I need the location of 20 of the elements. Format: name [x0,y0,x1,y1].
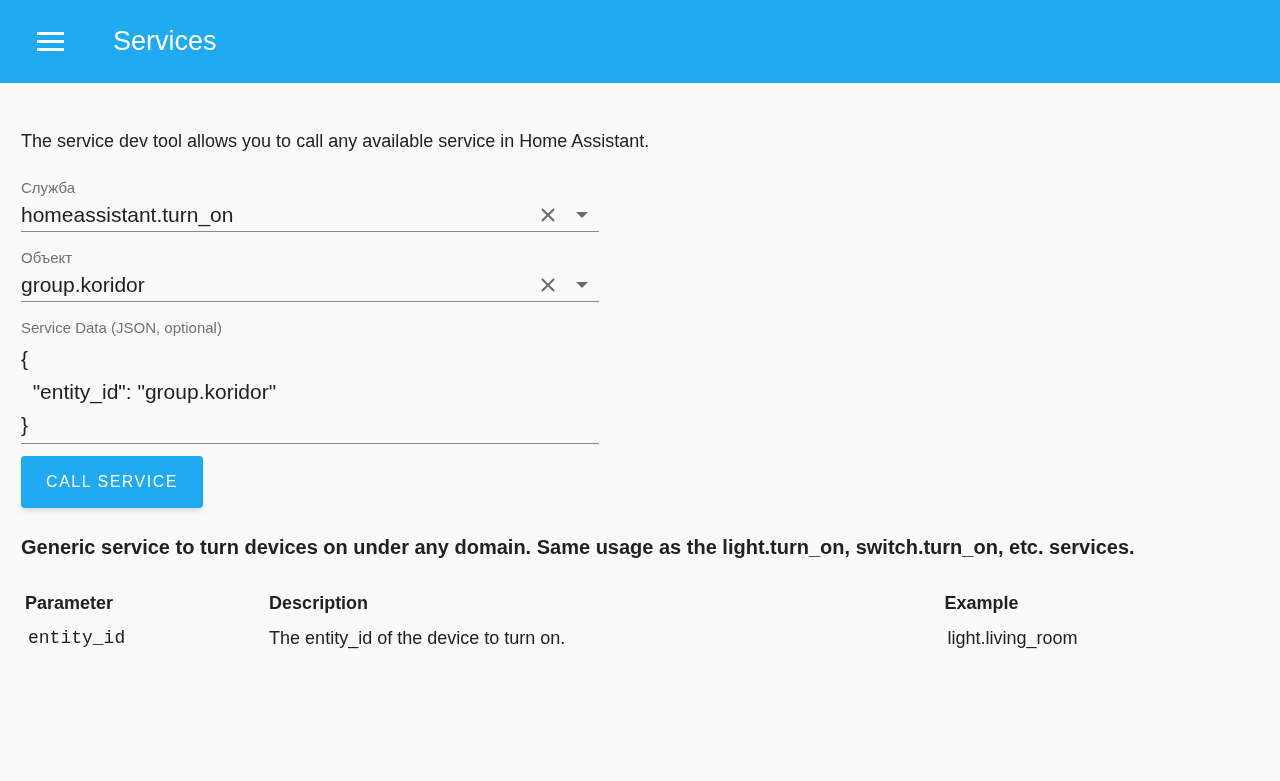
close-icon[interactable] [540,206,556,223]
column-header: Example [943,592,1020,615]
field-label: Service Data (JSON, optional) [21,318,223,338]
combo-field[interactable]: homeassistant.turn_on [21,198,599,232]
table-cell-text: The entity_id of the device to turn on. [268,627,567,651]
close-icon[interactable] [540,276,556,293]
column-header: Parameter [24,592,115,615]
column-header: Description [268,592,370,615]
json-input-field[interactable]: { "entity_id": "group.koridor" } [21,338,599,444]
table-cell-text: entity_id [27,627,127,650]
caret-icon[interactable] [576,211,588,218]
table-cell-text: light.living_room [946,627,1079,651]
combo-field[interactable]: group.koridor [21,268,599,302]
intro-text: The service dev tool allows you to call any available service in Home Assistant. [21,130,651,153]
page-title: Services [113,25,217,59]
caret-icon[interactable] [576,281,588,288]
field-label: Объект [21,248,74,268]
menu-icon[interactable] [37,32,64,51]
field-label: Служба [21,178,77,198]
service-description: Generic service to turn devices on under any domain. Same usage as the light.turn_on, switch.turn_on, etc. services. [21,535,1136,560]
